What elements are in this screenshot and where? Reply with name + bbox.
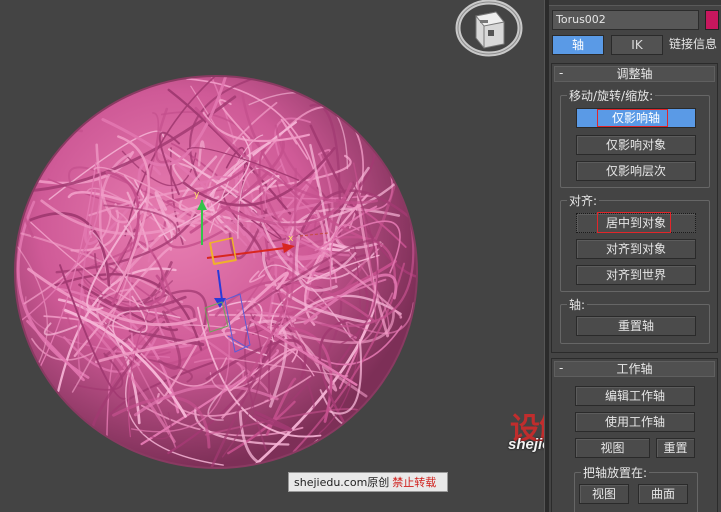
collapse-icon: - [559, 361, 564, 375]
reset-working-pivot-button[interactable]: 重置 [656, 438, 695, 458]
use-working-pivot-button[interactable]: 使用工作轴 [575, 412, 695, 432]
group-move-rotate-scale: 移动/旋转/缩放: 仅影响轴 仅影响对象 仅影响层次 [560, 87, 710, 188]
tab-pivot[interactable]: 轴 [552, 35, 604, 55]
reset-pivot-button[interactable]: 重置轴 [576, 316, 696, 336]
command-panel-hierarchy: Torus002 轴 IK 链接信息 - 调整轴 移动/旋转/缩放: 仅影响轴 … [549, 0, 721, 512]
place-pivot-view-button[interactable]: 视图 [579, 484, 629, 504]
highlight-box [597, 212, 671, 233]
group-move-rotate-scale-label: 移动/旋转/缩放: [567, 87, 656, 104]
object-color-swatch[interactable] [705, 10, 719, 30]
watermark-caption: shejiedu.com 原创 禁止转载 [288, 472, 448, 492]
watermark-warning: 禁止转载 [392, 476, 437, 489]
group-alignment-label: 对齐: [567, 192, 600, 209]
tab-link-info[interactable]: 链接信息 [669, 35, 721, 55]
group-pivot: 轴: 重置轴 [560, 296, 710, 344]
group-pivot-label: 轴: [567, 296, 588, 313]
rollout-working-pivot: - 工作轴 编辑工作轴 使用工作轴 视图 重置 把轴放置在: 视图 曲面 [551, 358, 718, 512]
object-name-field[interactable]: Torus002 [552, 10, 699, 30]
rollout-working-pivot-header[interactable]: - 工作轴 [554, 361, 715, 377]
rollout-adjust-pivot: - 调整轴 移动/旋转/缩放: 仅影响轴 仅影响对象 仅影响层次 对齐: 居中到… [551, 63, 718, 353]
watermark-original: 原创 [367, 476, 390, 489]
transform-gizmo[interactable]: y x [0, 0, 544, 512]
group-alignment: 对齐: 居中到对象 对齐到对象 对齐到世界 [560, 192, 710, 292]
group-place-pivot-to-label: 把轴放置在: [581, 464, 650, 481]
tab-ik[interactable]: IK [611, 35, 663, 55]
viewcube-navigator[interactable] [452, 0, 526, 62]
gizmo-y-label: y [194, 190, 200, 200]
align-to-world-button[interactable]: 对齐到世界 [576, 265, 696, 285]
rollout-working-pivot-title: 工作轴 [616, 362, 653, 376]
watermark-site: shejiedu.com [294, 475, 368, 489]
affect-object-only-button[interactable]: 仅影响对象 [576, 135, 696, 155]
edit-working-pivot-button[interactable]: 编辑工作轴 [575, 386, 695, 406]
group-place-pivot-to: 把轴放置在: 视图 曲面 [574, 464, 698, 512]
gizmo-x-label: x [288, 234, 294, 244]
highlight-box [597, 109, 668, 127]
align-to-view-button[interactable]: 视图 [575, 438, 650, 458]
collapse-icon: - [559, 66, 564, 80]
viewport-perspective[interactable]: y x shejiedu.com 原创 禁止转载 [0, 0, 544, 512]
affect-hierarchy-only-button[interactable]: 仅影响层次 [576, 161, 696, 181]
panel-top-strip [549, 0, 721, 6]
rollout-adjust-pivot-header[interactable]: - 调整轴 [554, 66, 715, 82]
align-to-object-button[interactable]: 对齐到对象 [576, 239, 696, 259]
rollout-adjust-pivot-title: 调整轴 [616, 67, 653, 81]
place-pivot-surface-button[interactable]: 曲面 [638, 484, 688, 504]
